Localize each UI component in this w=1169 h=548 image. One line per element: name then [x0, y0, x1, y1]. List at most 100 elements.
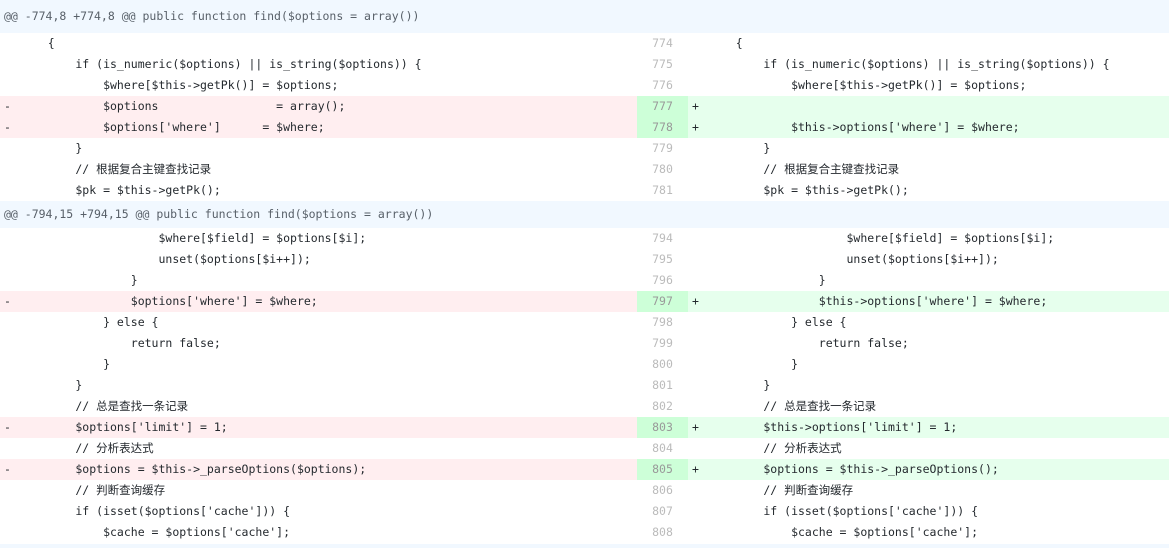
code-line: } else {	[20, 315, 159, 329]
line-number[interactable]: 777	[637, 96, 688, 117]
line-number[interactable]: 806	[637, 480, 688, 501]
code-line: $where[$this->getPk()] = $options;	[20, 78, 339, 92]
hunk-header[interactable]: @@ -774,8 +774,8 @@ public function find…	[0, 0, 1169, 33]
right-side-line: 797 + $this->options['where'] = $where;	[637, 291, 1169, 312]
code-line: if (isset($options['cache'])) {	[708, 504, 979, 518]
code-line: // 总是查找一条记录	[708, 399, 877, 413]
right-side-line: 776 $where[$this->getPk()] = $options;	[637, 75, 1169, 96]
line-marker: +	[692, 462, 699, 476]
line-number[interactable]: 780	[637, 159, 688, 180]
right-side-line: 806 // 判断查询缓存	[637, 480, 1169, 501]
left-side-line: - $options['where'] = $where;	[0, 291, 637, 312]
code-line: $pk = $this->getPk();	[708, 183, 909, 197]
line-marker	[688, 438, 706, 459]
diff-row: $cache = $options['cache']; 808 $cache = …	[0, 522, 1169, 543]
hunk-header[interactable]: @@ -794,15 +794,15 @@ public function fi…	[0, 201, 1169, 228]
right-side-line: 802 // 总是查找一条记录	[637, 396, 1169, 417]
left-side-line: $where[$this->getPk()] = $options;	[0, 75, 637, 96]
right-side-line: 777 +	[637, 96, 1169, 117]
line-number[interactable]: 795	[637, 249, 688, 270]
line-marker: -	[4, 99, 11, 113]
code-line: }	[708, 357, 799, 371]
line-marker	[0, 249, 18, 270]
code-line: } else {	[708, 315, 847, 329]
code-line: {	[20, 36, 55, 50]
diff-row: // 根据复合主键查找记录 780 // 根据复合主键查找记录	[0, 159, 1169, 180]
code-line: // 分析表达式	[20, 441, 154, 455]
line-marker	[688, 180, 706, 201]
diff-row: - $options = array(); 777 +	[0, 96, 1169, 117]
code-line: $options['limit'] = 1;	[20, 420, 228, 434]
diff-row: - $options['where'] = $where; 778 + $this-…	[0, 117, 1169, 138]
line-marker	[0, 354, 18, 375]
line-number[interactable]: 798	[637, 312, 688, 333]
code-line: $cache = $options['cache'];	[20, 525, 291, 539]
line-marker	[0, 333, 18, 354]
right-side-line: 807 if (isset($options['cache'])) {	[637, 501, 1169, 522]
line-number[interactable]: 807	[637, 501, 688, 522]
diff-row: } 801 }	[0, 375, 1169, 396]
code-line: // 总是查找一条记录	[20, 399, 189, 413]
diff-row: // 判断查询缓存 806 // 判断查询缓存	[0, 480, 1169, 501]
diff-row: } 800 }	[0, 354, 1169, 375]
code-line: if (is_numeric($options) || is_string($o…	[708, 57, 1110, 71]
diff-row: return false; 799 return false;	[0, 333, 1169, 354]
code-line: }	[20, 378, 83, 392]
line-number[interactable]: 796	[637, 270, 688, 291]
code-line: if (isset($options['cache'])) {	[20, 504, 291, 518]
line-marker	[0, 375, 18, 396]
code-line: $this->options['limit'] = 1;	[708, 420, 958, 434]
code-line: {	[708, 36, 743, 50]
line-number[interactable]: 797	[637, 291, 688, 312]
code-line: $options['where'] = $where;	[20, 294, 318, 308]
line-number[interactable]: 804	[637, 438, 688, 459]
code-line: }	[708, 378, 771, 392]
code-line: $options['where'] = $where;	[20, 120, 325, 134]
left-side-line: // 根据复合主键查找记录	[0, 159, 637, 180]
diff-row: } else { 798 } else {	[0, 312, 1169, 333]
line-number[interactable]: 800	[637, 354, 688, 375]
line-number[interactable]: 808	[637, 522, 688, 543]
line-marker	[0, 228, 18, 249]
line-marker: -	[4, 420, 11, 434]
line-marker: +	[692, 120, 699, 134]
line-number[interactable]: 781	[637, 180, 688, 201]
line-number[interactable]: 779	[637, 138, 688, 159]
hunk-expander-bottom[interactable]	[0, 544, 1169, 548]
line-number[interactable]: 805	[637, 459, 688, 480]
right-side-line: 775 if (is_numeric($options) || is_strin…	[637, 54, 1169, 75]
line-number[interactable]: 775	[637, 54, 688, 75]
left-side-line: // 判断查询缓存	[0, 480, 637, 501]
line-number[interactable]: 776	[637, 75, 688, 96]
line-number[interactable]: 799	[637, 333, 688, 354]
line-marker	[688, 54, 706, 75]
line-marker	[688, 333, 706, 354]
code-line: // 分析表达式	[708, 441, 842, 455]
left-side-line: } else {	[0, 312, 637, 333]
line-number[interactable]: 774	[637, 33, 688, 54]
right-side-line: 794 $where[$field] = $options[$i];	[637, 228, 1169, 249]
line-marker	[688, 33, 706, 54]
line-marker	[0, 438, 18, 459]
code-line: }	[708, 141, 771, 155]
right-side-line: 781 $pk = $this->getPk();	[637, 180, 1169, 201]
line-number[interactable]: 778	[637, 117, 688, 138]
line-marker	[688, 75, 706, 96]
right-side-line: 803 + $this->options['limit'] = 1;	[637, 417, 1169, 438]
line-number[interactable]: 803	[637, 417, 688, 438]
right-side-line: 774 {	[637, 33, 1169, 54]
line-number[interactable]: 801	[637, 375, 688, 396]
line-marker: +	[692, 420, 699, 434]
line-marker	[688, 312, 706, 333]
right-side-line: 796 }	[637, 270, 1169, 291]
line-marker: +	[692, 294, 699, 308]
diff-row: $pk = $this->getPk(); 781 $pk = $this->ge…	[0, 180, 1169, 201]
code-line: return false;	[20, 336, 221, 350]
diff-row: } 796 }	[0, 270, 1169, 291]
line-number[interactable]: 802	[637, 396, 688, 417]
diff-row: - $options = $this->_parseOptions($optio…	[0, 459, 1169, 480]
code-line: }	[20, 357, 111, 371]
left-side-line: unset($options[$i++]);	[0, 249, 637, 270]
line-number[interactable]: 794	[637, 228, 688, 249]
line-marker	[0, 54, 18, 75]
